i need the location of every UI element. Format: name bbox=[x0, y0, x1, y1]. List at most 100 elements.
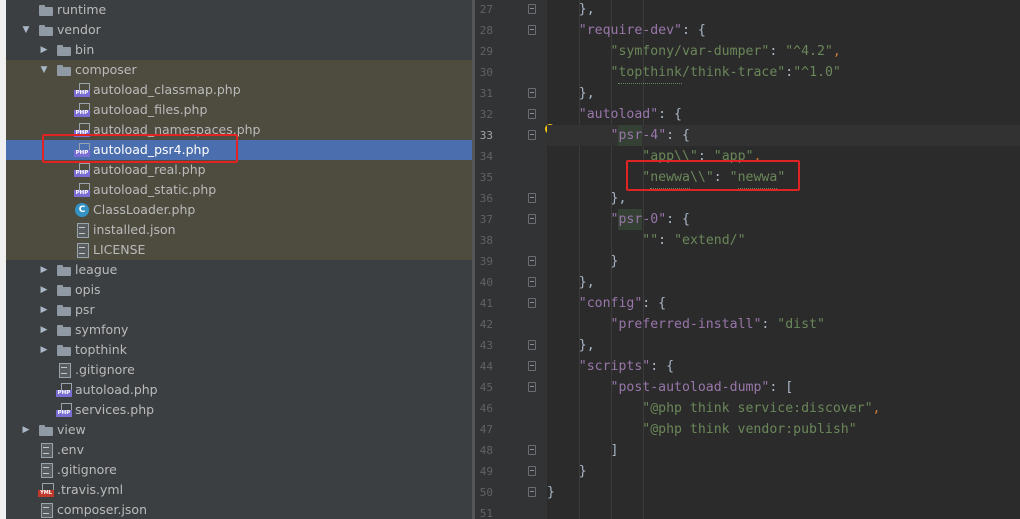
tree-item-label: topthink bbox=[75, 342, 127, 357]
code-editor[interactable]: 27 28 29 30 31 32 33 34 35 36 37 38 39 40 41 42 43 44 45 46… bbox=[475, 0, 1020, 519]
code-line[interactable]: "preferred-install": "dist" bbox=[547, 314, 1020, 335]
annotation-box-newwa-mapping bbox=[626, 160, 800, 191]
fold-marker-icon[interactable] bbox=[528, 256, 536, 266]
tree-item-gitignore[interactable]: .gitignore bbox=[6, 360, 472, 380]
tree-item-autoload-classmap-php[interactable]: autoload_classmap.php bbox=[6, 80, 472, 100]
code-line[interactable]: }, bbox=[547, 83, 1020, 104]
code-line[interactable]: }, bbox=[547, 272, 1020, 293]
line-number: 31 bbox=[479, 87, 493, 100]
tree-item-autoload-real-php[interactable]: autoload_real.php bbox=[6, 160, 472, 180]
file-icon bbox=[38, 462, 54, 478]
fold-marker-icon[interactable] bbox=[528, 88, 536, 98]
code-line[interactable]: }, bbox=[547, 0, 1020, 20]
fold-marker-icon[interactable] bbox=[528, 277, 536, 287]
tree-item-classloader-php[interactable]: C ClassLoader.php bbox=[6, 200, 472, 220]
code-line[interactable]: "psr-4": { bbox=[547, 125, 1020, 146]
tree-item-composer[interactable]: ▼ composer bbox=[6, 60, 472, 80]
fold-marker-icon[interactable] bbox=[528, 466, 536, 476]
fold-marker-icon[interactable] bbox=[528, 340, 536, 350]
fold-marker-icon[interactable] bbox=[528, 445, 536, 455]
fold-marker-icon[interactable] bbox=[528, 214, 536, 224]
line-number: 37 bbox=[479, 213, 493, 226]
fold-marker-icon[interactable] bbox=[528, 298, 536, 308]
tree-item-license[interactable]: LICENSE bbox=[6, 240, 472, 260]
fold-marker-icon[interactable] bbox=[528, 382, 536, 392]
php-icon bbox=[74, 102, 90, 118]
tree-item-label: .travis.yml bbox=[57, 482, 124, 497]
tree-item-installed-json[interactable]: installed.json bbox=[6, 220, 472, 240]
line-number: 38 bbox=[479, 234, 493, 247]
code-line[interactable]: }, bbox=[547, 188, 1020, 209]
code-token: -0" bbox=[642, 212, 667, 227]
tree-item-vendor[interactable]: ▼ vendor bbox=[6, 20, 472, 40]
file-icon bbox=[38, 502, 54, 518]
line-number: 30 bbox=[479, 66, 493, 79]
fold-marker-icon[interactable] bbox=[528, 25, 536, 35]
code-line[interactable]: ] bbox=[547, 440, 1020, 461]
code-line[interactable]: "topthink/think-trace":"^1.0" bbox=[547, 62, 1020, 84]
tree-item-env[interactable]: .env bbox=[6, 440, 472, 460]
tree-item-runtime[interactable]: runtime bbox=[6, 0, 472, 20]
collapse-arrow-icon[interactable]: ▶ bbox=[38, 260, 50, 280]
tree-item-bin[interactable]: ▶ bin bbox=[6, 40, 472, 60]
tree-item-services-php[interactable]: services.php bbox=[6, 400, 472, 420]
tree-item-autoload-files-php[interactable]: autoload_files.php bbox=[6, 100, 472, 120]
code-token: " bbox=[610, 128, 619, 143]
collapse-arrow-icon[interactable]: ▶ bbox=[38, 280, 50, 300]
code-line[interactable]: } bbox=[547, 251, 1020, 272]
tree-item-symfony[interactable]: ▶ symfony bbox=[6, 320, 472, 340]
gutter-line: 49 bbox=[475, 461, 547, 482]
gutter-line: 45 bbox=[475, 377, 547, 398]
code-line[interactable]: "symfony/var-dumper": "^4.2", bbox=[547, 41, 1020, 62]
tree-item-psr[interactable]: ▶ psr bbox=[6, 300, 472, 320]
collapse-arrow-icon[interactable]: ▶ bbox=[38, 320, 50, 340]
collapse-arrow-icon[interactable]: ▶ bbox=[20, 420, 32, 440]
code-line[interactable]: } bbox=[547, 461, 1020, 482]
code-token: -4" bbox=[642, 128, 667, 143]
collapse-arrow-icon[interactable]: ▶ bbox=[38, 300, 50, 320]
tree-item-league[interactable]: ▶ league bbox=[6, 260, 472, 280]
fold-marker-icon[interactable] bbox=[528, 130, 536, 140]
code-line[interactable]: }, bbox=[547, 335, 1020, 356]
tree-item-label: symfony bbox=[75, 322, 129, 337]
code-line[interactable] bbox=[547, 503, 1020, 519]
code-area[interactable]: }, "require-dev": { "symfony/var-dumper"… bbox=[547, 0, 1020, 519]
tree-item-travis-yml[interactable]: .travis.yml bbox=[6, 480, 472, 500]
fold-marker-icon[interactable] bbox=[528, 487, 536, 497]
fold-marker-icon[interactable] bbox=[528, 193, 536, 203]
tree-item-composer-json[interactable]: composer.json bbox=[6, 500, 472, 519]
code-line[interactable]: "config": { bbox=[547, 293, 1020, 314]
code-line[interactable]: } bbox=[547, 482, 1020, 503]
fold-marker-icon[interactable] bbox=[528, 4, 536, 14]
code-line[interactable]: "": "extend/" bbox=[547, 230, 1020, 251]
fold-marker-icon[interactable] bbox=[528, 361, 536, 371]
expand-arrow-icon[interactable]: ▼ bbox=[38, 60, 50, 80]
tree-item-gitignore[interactable]: .gitignore bbox=[6, 460, 472, 480]
code-line[interactable]: "@php think vendor:publish" bbox=[547, 419, 1020, 440]
code-line[interactable]: "require-dev": { bbox=[547, 20, 1020, 41]
tree-item-opis[interactable]: ▶ opis bbox=[6, 280, 472, 300]
tree-item-label: .gitignore bbox=[75, 362, 135, 377]
tree-item-autoload-php[interactable]: autoload.php bbox=[6, 380, 472, 400]
tree-item-view[interactable]: ▶ view bbox=[6, 420, 472, 440]
code-line[interactable]: "autoload": { bbox=[547, 104, 1020, 125]
folder-icon bbox=[56, 62, 72, 78]
tree-item-autoload-static-php[interactable]: autoload_static.php bbox=[6, 180, 472, 200]
fold-marker-icon[interactable] bbox=[528, 109, 536, 119]
collapse-arrow-icon[interactable]: ▶ bbox=[38, 40, 50, 60]
code-line[interactable]: "scripts": { bbox=[547, 356, 1020, 377]
code-line[interactable]: "@php think service:discover", bbox=[547, 398, 1020, 419]
collapse-arrow-icon[interactable]: ▶ bbox=[38, 340, 50, 360]
code-line[interactable]: "post-autoload-dump": [ bbox=[547, 377, 1020, 398]
tree-item-label: view bbox=[57, 422, 86, 437]
line-number: 34 bbox=[479, 150, 493, 163]
expand-arrow-icon[interactable]: ▼ bbox=[20, 20, 32, 40]
tree-item-topthink[interactable]: ▶ topthink bbox=[6, 340, 472, 360]
gutter-line: 33 bbox=[475, 125, 547, 146]
code-line[interactable]: "psr-0": { bbox=[547, 209, 1020, 230]
